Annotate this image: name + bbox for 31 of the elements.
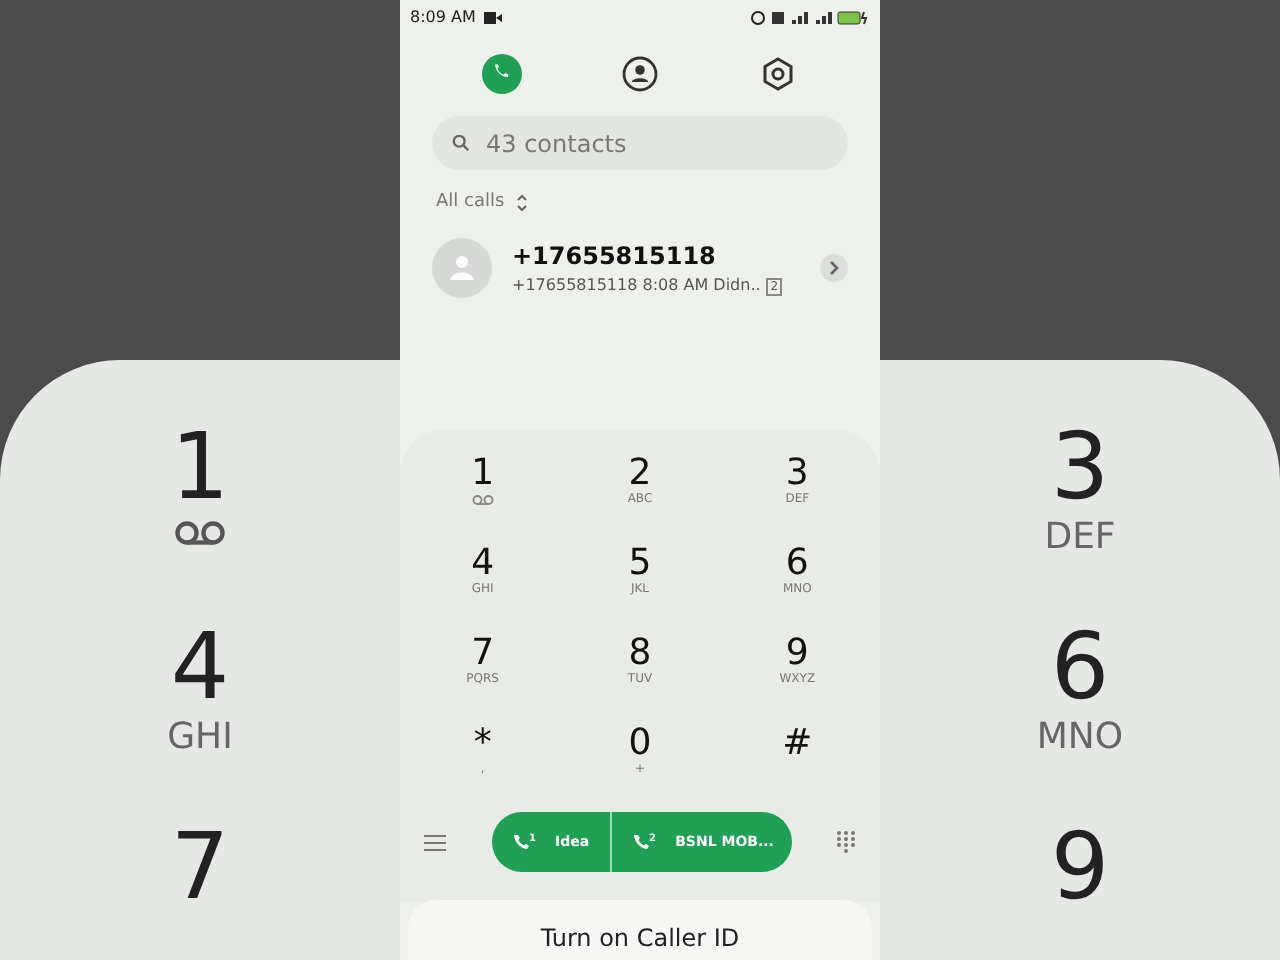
backdrop-letters: DEF [1044,520,1116,556]
sheet-title: Turn on Caller ID [540,924,740,952]
settings-icon [760,56,797,92]
backdrop-letters: GHI [167,720,233,756]
dialpad-key[interactable]: 1 [404,454,562,530]
details-chevron-icon[interactable] [820,253,848,281]
sort-chevrons-icon [516,194,529,213]
backdrop-digit: 7 [170,820,230,912]
contacts-icon [621,56,658,92]
phone-tab[interactable] [481,54,522,94]
caller-number: +17655815118 [512,239,718,273]
status-icons-drawing [750,10,870,26]
dialpad-key[interactable]: # [718,724,876,800]
backdrop-digit: 3 [1050,420,1110,512]
backdrop-digit: 9 [1050,820,1110,912]
dialpad-icon[interactable] [836,830,856,854]
settings-button[interactable] [758,54,799,94]
video-camera-icon [483,12,502,24]
voicemail-icon [174,520,226,546]
call-details: +17655815118 8:08 AM Didn.. [512,275,761,293]
menu-icon[interactable] [424,833,446,851]
call-filter-dropdown[interactable]: All calls [400,170,565,217]
backdrop-digit: 4 [170,620,230,712]
status-time: 8:09 AM [410,6,476,30]
search-field[interactable]: 43 contacts [432,116,848,170]
backdrop-digit: 1 [170,420,230,512]
contacts-tab[interactable] [619,54,660,94]
backdrop-digit: 6 [1050,620,1110,712]
avatar-icon [432,237,492,297]
voicemail-icon [471,493,494,506]
backdrop-letters: MNO [1036,720,1124,756]
